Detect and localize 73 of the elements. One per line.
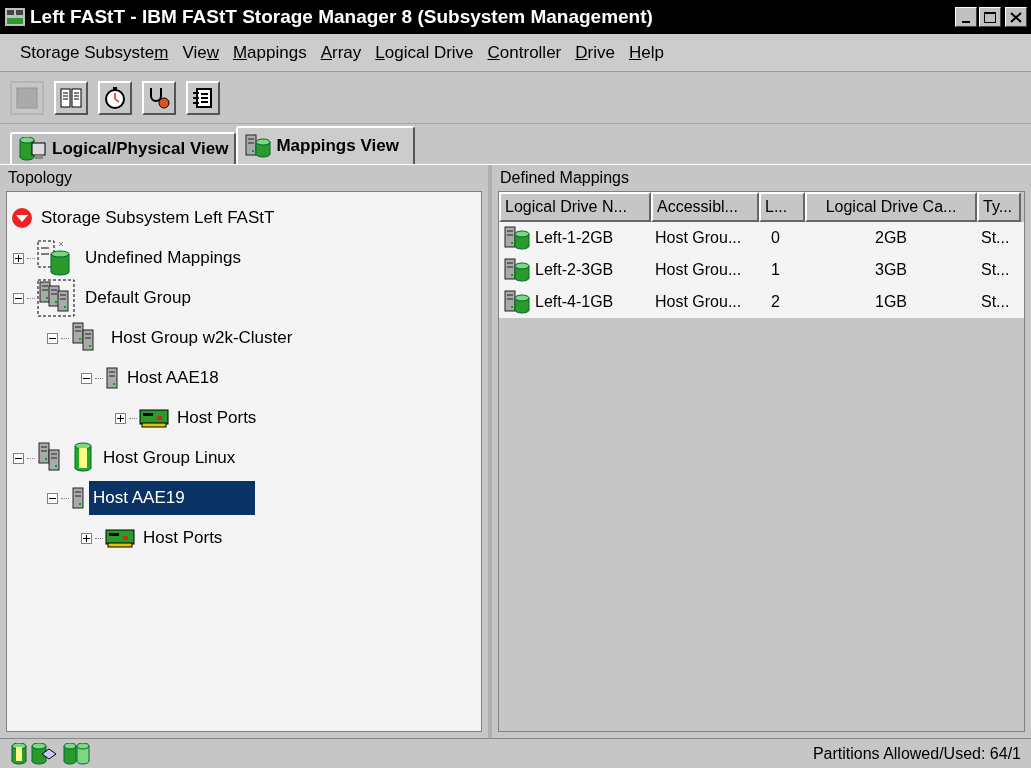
server-icon <box>71 486 85 510</box>
column-header[interactable]: L... <box>759 192 805 222</box>
table-cell-text: St... <box>981 292 1010 312</box>
table-cell-text: Left-2-3GB <box>535 260 614 280</box>
table-cell-text: 2GB <box>875 228 907 248</box>
server-icon <box>105 366 119 390</box>
tree-item[interactable]: Undefined Mappings <box>81 241 245 275</box>
table-cell-text: 0 <box>771 228 780 248</box>
menu-item[interactable]: View <box>182 39 219 66</box>
expander-minus-icon[interactable] <box>47 492 58 504</box>
menu-item[interactable]: Array <box>320 39 362 66</box>
expander-minus-icon[interactable] <box>47 332 58 344</box>
server-drive-icon <box>503 226 531 250</box>
close-button[interactable] <box>1005 7 1027 27</box>
close-icon <box>1010 11 1022 23</box>
drive-pair-icon <box>62 742 92 765</box>
tree-item[interactable]: Host AAE18 <box>123 361 223 395</box>
table-cell-text: Left-4-1GB <box>535 292 614 312</box>
tree-item[interactable]: Host Group Linux <box>99 441 240 475</box>
minimize-button[interactable] <box>955 7 977 27</box>
table-cell-text: St... <box>981 228 1010 248</box>
expander-plus-icon[interactable] <box>81 532 92 544</box>
expander-minus-icon[interactable] <box>81 372 92 384</box>
tree-item[interactable]: Host Group w2k-Cluster <box>107 321 297 355</box>
table-cell-text: Host Grou... <box>655 228 742 248</box>
drive-computer-icon <box>18 137 48 161</box>
column-header[interactable]: Accessibl... <box>651 192 759 222</box>
tab[interactable]: Mappings View <box>236 126 415 164</box>
server-group-icon <box>37 279 77 317</box>
menu-item[interactable]: Controller <box>487 39 562 66</box>
table-cell-text: Left-1-2GB <box>535 228 614 248</box>
menu-item[interactable]: Logical Drive <box>375 39 474 66</box>
subsystem-warning-icon <box>11 207 33 229</box>
expander-plus-icon[interactable] <box>13 252 24 264</box>
menu-item[interactable]: Mappings <box>232 39 307 66</box>
server-drive-icon <box>503 258 531 282</box>
stethoscope-icon <box>147 85 171 110</box>
server-drive-icon <box>244 134 273 158</box>
expander-minus-icon[interactable] <box>13 452 24 464</box>
menu-item[interactable]: Help <box>628 39 664 66</box>
drive-icon <box>10 742 28 765</box>
stopwatch-icon <box>103 85 127 110</box>
table-cell-text: St... <box>981 260 1010 280</box>
network-card-icon <box>139 408 169 428</box>
tree-item[interactable]: Host Ports <box>139 521 227 555</box>
table-cell-text: Host Grou... <box>655 292 742 312</box>
status-text: Partitions Allowed/Used: 64/1 <box>812 743 1021 764</box>
app-icon <box>4 7 26 27</box>
tab[interactable]: Logical/Physical View <box>10 132 237 164</box>
tree-item[interactable]: Host AAE19 <box>89 481 255 515</box>
panel-title: Topology <box>7 168 74 188</box>
column-header[interactable]: Logical Drive N... <box>499 192 651 222</box>
expander-minus-icon[interactable] <box>13 292 24 304</box>
panel-title: Defined Mappings <box>499 168 630 188</box>
tree-item[interactable]: Storage Subsystem Left FAStT <box>37 201 279 235</box>
blank-icon <box>15 85 39 110</box>
table-cell-text: 1 <box>771 260 780 280</box>
column-header[interactable]: Logical Drive Ca... <box>805 192 977 222</box>
menu-item[interactable]: Storage Subsystem <box>20 39 169 66</box>
tree-item[interactable]: Default Group <box>81 281 195 315</box>
menu-item[interactable]: Drive <box>575 39 615 66</box>
expander-plus-icon[interactable] <box>115 412 126 424</box>
network-card-icon <box>105 528 135 548</box>
window-title: Left FAStT - IBM FAStT Storage Manager 8 (Subsystem Management) <box>30 4 653 29</box>
table-cell-text: 3GB <box>875 260 907 280</box>
server-drive-icon <box>503 290 531 314</box>
table-cell-text: 1GB <box>875 292 907 312</box>
book-icon <box>59 85 83 110</box>
table-cell-text: Host Grou... <box>655 260 742 280</box>
table-cell-text: 2 <box>771 292 780 312</box>
column-header[interactable]: Ty... <box>977 192 1021 222</box>
maximize-button[interactable] <box>979 7 1001 27</box>
tree-item[interactable]: Host Ports <box>173 401 261 435</box>
